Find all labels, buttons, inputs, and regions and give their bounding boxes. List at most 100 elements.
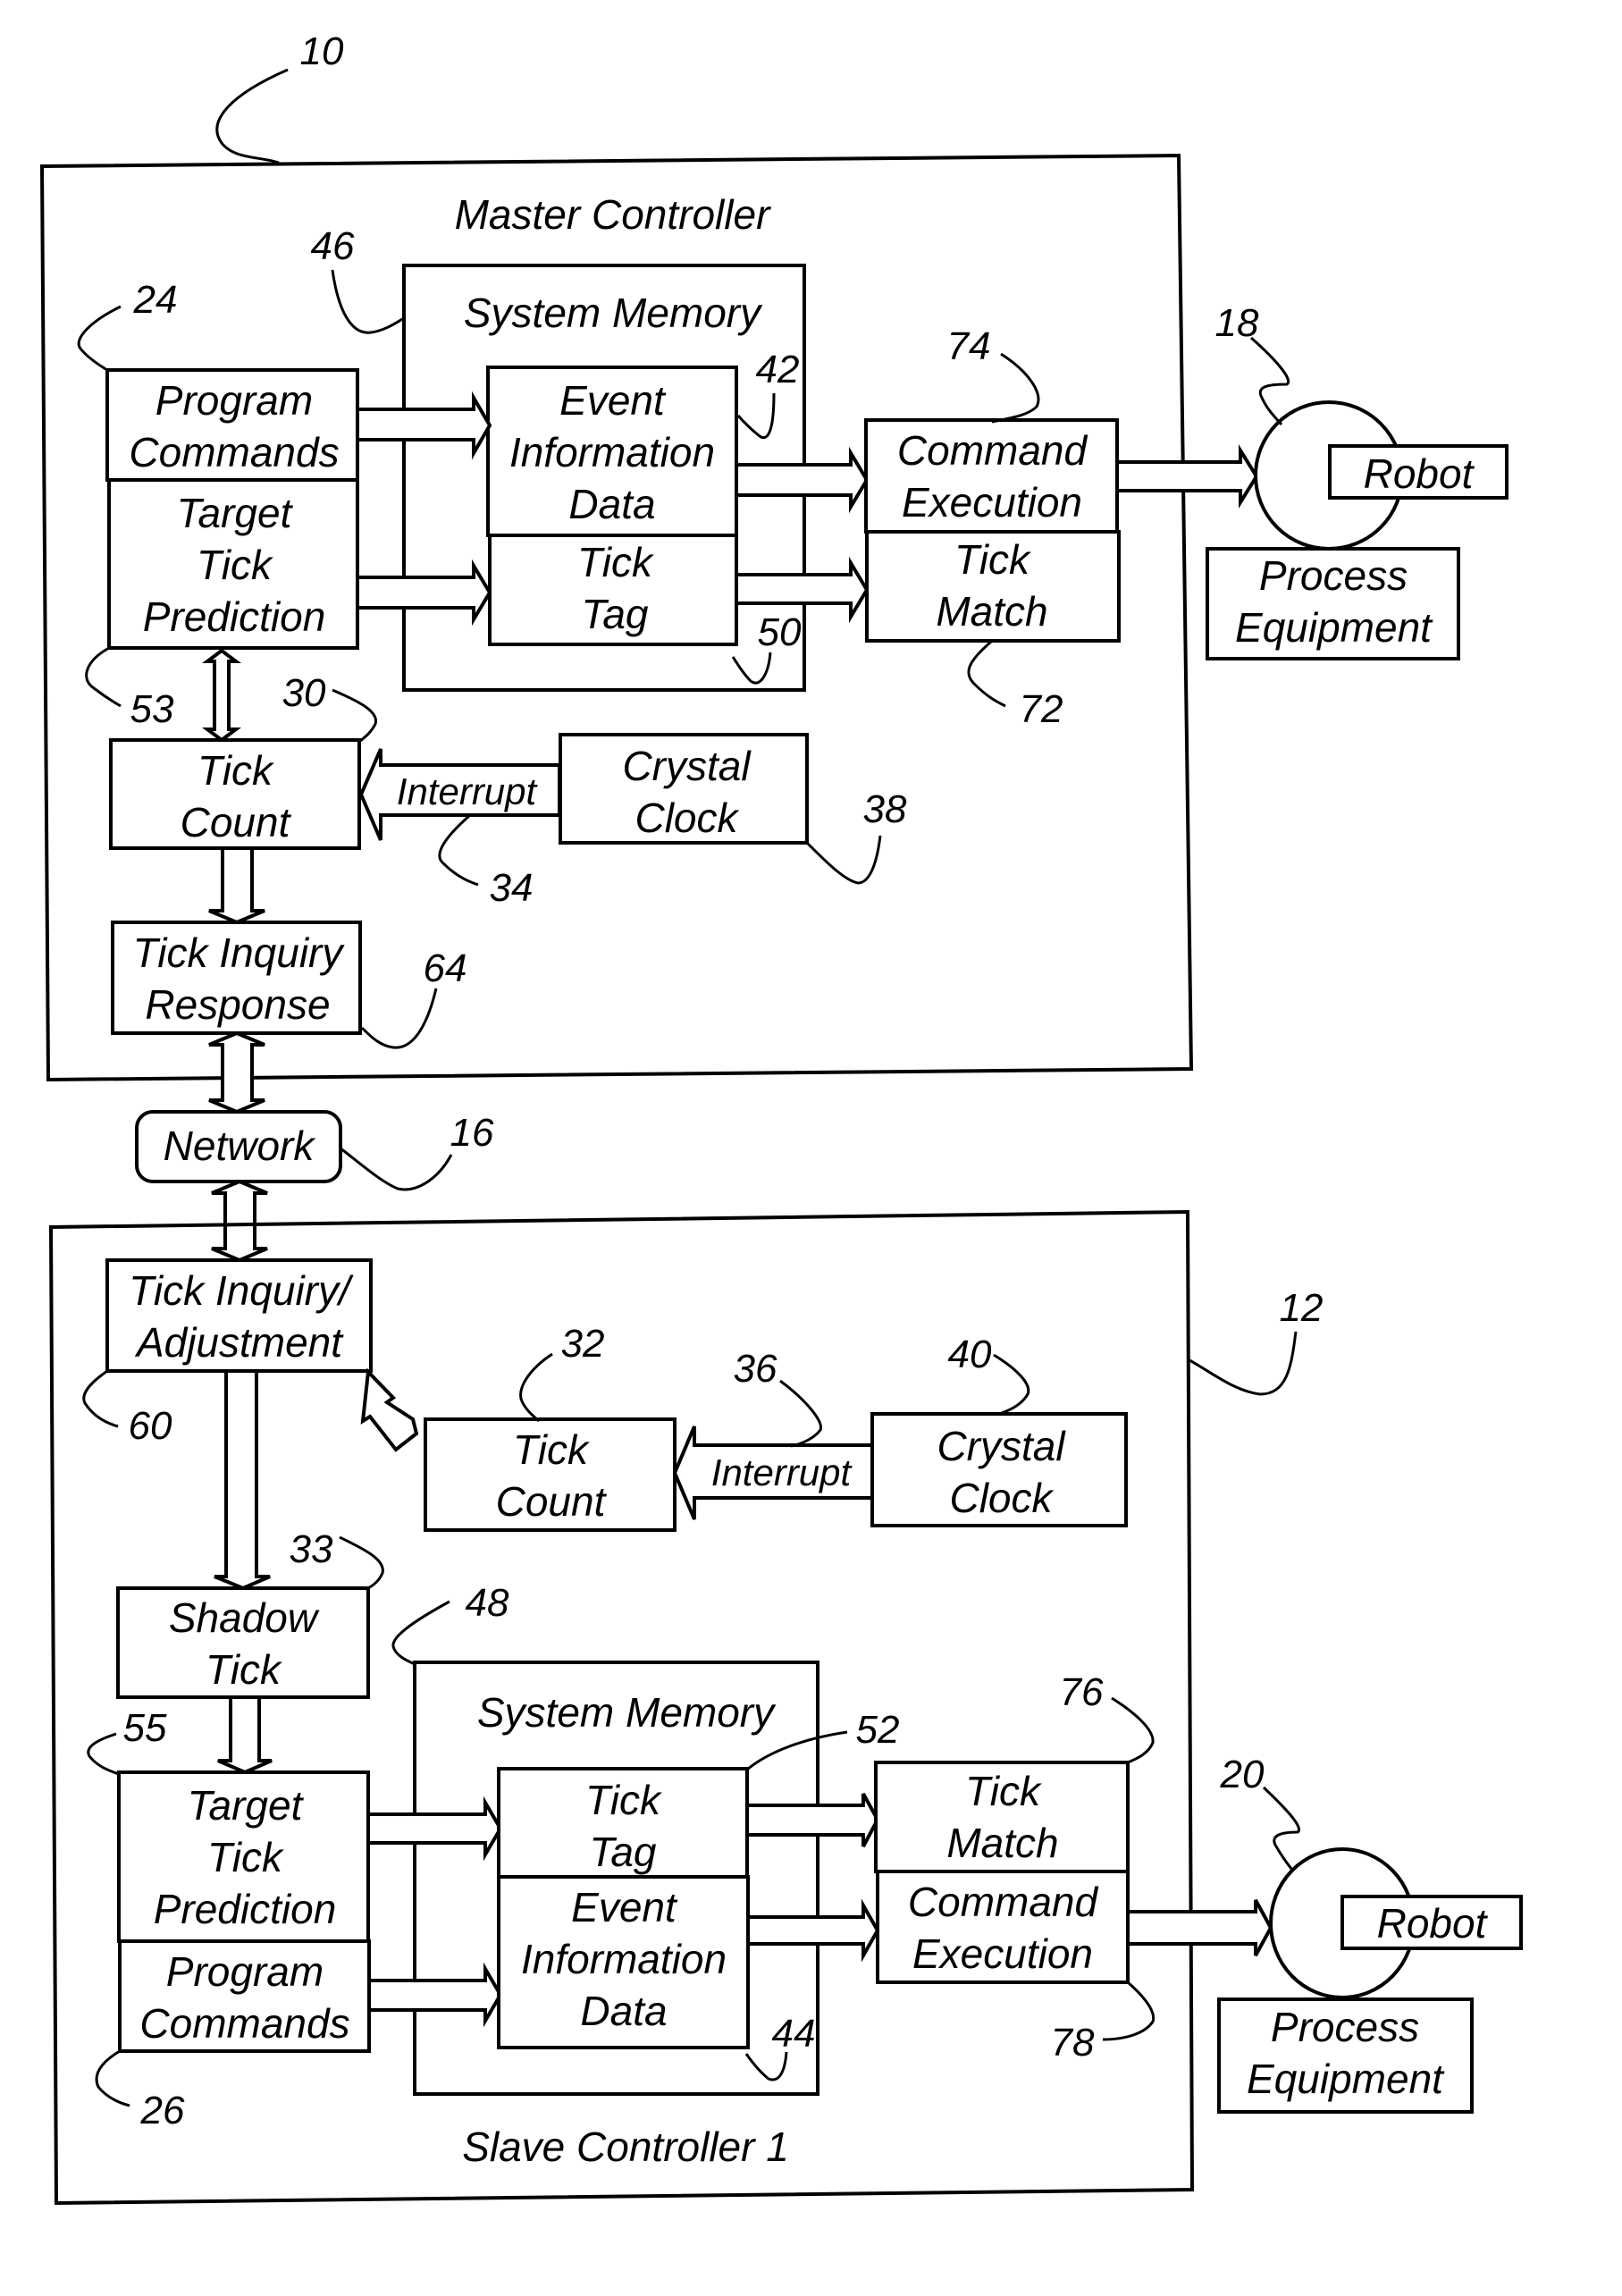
ref-74: 74 [947, 324, 991, 368]
leader-12 [1189, 1331, 1298, 1396]
leader-36 [779, 1379, 822, 1448]
diagram-canvas: 10 Master Controller System Memory 46 Pr… [39, 29, 1523, 2206]
ref-44: 44 [772, 2012, 816, 2056]
leader-46 [331, 269, 405, 334]
ref-24: 24 [133, 278, 178, 322]
slave-system-memory-label: System Memory [477, 1689, 777, 1736]
robot-label: Robot [1364, 450, 1475, 497]
label: Equipment [1235, 604, 1433, 651]
ref-36: 36 [734, 1347, 777, 1391]
ref-33: 33 [290, 1527, 333, 1571]
label: Command [908, 1879, 1099, 1925]
leader-10 [215, 68, 289, 164]
leader-18 [1250, 336, 1290, 426]
arrow-inquiry-network [208, 1030, 265, 1114]
label: Tick Inquiry [133, 929, 346, 976]
arrow-tickcount-target [202, 648, 241, 743]
label: Clock [635, 795, 739, 841]
leader-34 [438, 814, 479, 887]
label: Process [1259, 552, 1408, 599]
ref-12: 12 [1280, 1286, 1324, 1330]
ref-72: 72 [1020, 687, 1063, 731]
label: Crystal [937, 1423, 1066, 1469]
label: Crystal [622, 743, 752, 789]
ref-60: 60 [129, 1404, 172, 1448]
ref-20: 20 [1220, 1753, 1265, 1796]
ref-52: 52 [856, 1708, 900, 1752]
label: Target [177, 490, 294, 536]
master-interrupt-label: Interrupt [397, 770, 539, 812]
ref-master: 10 [300, 29, 344, 73]
ref-55: 55 [123, 1706, 167, 1750]
ref-30: 30 [282, 671, 326, 715]
label: Tick [197, 747, 274, 794]
ref-26: 26 [140, 2089, 185, 2132]
ref-38: 38 [863, 787, 907, 831]
label: Match [946, 1820, 1058, 1866]
leader-33 [339, 1535, 384, 1591]
label: Tick [207, 1834, 284, 1880]
ref-48: 48 [466, 1581, 509, 1625]
ref-50: 50 [758, 610, 802, 654]
leader-24 [77, 305, 122, 372]
leader-20 [1262, 1786, 1300, 1871]
label: Tag [581, 591, 648, 637]
label: Program [155, 377, 313, 424]
leader-55 [87, 1732, 120, 1776]
leader-78 [1102, 1981, 1156, 2041]
label: Tick [954, 536, 1031, 583]
leader-40 [993, 1353, 1030, 1416]
label: Clock [949, 1475, 1054, 1521]
label: Tick [513, 1426, 590, 1473]
label: Data [580, 1988, 667, 2034]
label: Response [145, 981, 330, 1028]
label: Execution [912, 1930, 1093, 1977]
ref-53: 53 [130, 687, 174, 731]
network-label: Network [164, 1123, 316, 1169]
label: Information [521, 1936, 727, 1982]
ref-16: 16 [450, 1111, 494, 1155]
label: Tick [965, 1768, 1042, 1814]
leader-32 [519, 1352, 553, 1423]
arrow-command-to-robot-slave [1126, 1899, 1273, 1956]
leader-30 [332, 688, 377, 744]
label: Target [188, 1782, 305, 1829]
label: Event [571, 1884, 678, 1930]
leader-76 [1111, 1696, 1155, 1764]
label: Prediction [154, 1886, 337, 1932]
arrow-tickcount-to-inquiry [360, 1367, 419, 1452]
robot-label: Robot [1377, 1900, 1489, 1947]
label: Commands [139, 2000, 349, 2047]
label: Count [181, 799, 292, 845]
arrow-command-to-robot [1115, 443, 1259, 509]
master-controller-title: Master Controller [455, 191, 771, 238]
label: Tag [589, 1829, 656, 1875]
label: Match [936, 588, 1047, 635]
leader-74 [991, 352, 1040, 424]
arrow-inquiry-to-shadow [214, 1369, 271, 1591]
ref-42: 42 [756, 348, 800, 391]
arrow-shadow-to-target [217, 1695, 273, 1775]
label: Equipment [1247, 2056, 1445, 2102]
label: Execution [902, 479, 1082, 526]
label: Tick [585, 1777, 662, 1823]
arrow-count-to-inquiry [208, 846, 265, 925]
label: Shadow [169, 1594, 320, 1641]
arrow-network-slave [211, 1179, 268, 1263]
master-system-memory-label: System Memory [464, 290, 763, 336]
ref-78: 78 [1051, 2021, 1095, 2065]
label: Adjustment [134, 1319, 344, 1366]
label: Program [166, 1948, 324, 1995]
ref-40: 40 [948, 1333, 992, 1376]
leader-26 [95, 2049, 130, 2107]
leader-72 [967, 639, 1006, 708]
label: Command [897, 427, 1088, 474]
leader-16 [340, 1147, 453, 1191]
leader-64 [360, 988, 438, 1049]
slave-interrupt-label: Interrupt [711, 1451, 853, 1493]
ref-76: 76 [1060, 1670, 1104, 1714]
label: Event [559, 377, 667, 424]
label: Data [568, 481, 655, 527]
slave-controller-title: Slave Controller 1 [462, 2124, 789, 2170]
label: Prediction [143, 593, 326, 640]
